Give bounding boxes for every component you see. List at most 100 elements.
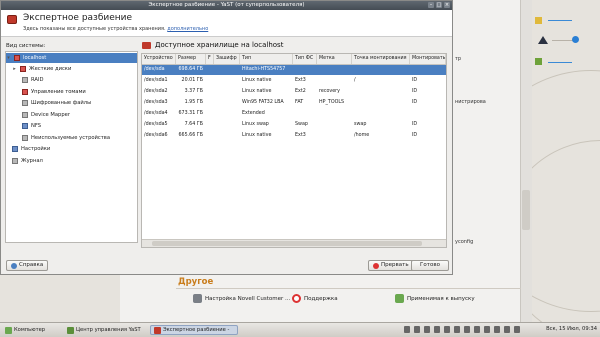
volume-icon[interactable] (484, 326, 490, 333)
cell-mount-point (352, 65, 410, 75)
lock-icon (22, 100, 28, 106)
tree-item-raid[interactable]: RAID (22, 75, 43, 85)
tree-item-settings[interactable]: Настройки (12, 144, 50, 154)
cell-device: /dev/sda2 (144, 89, 168, 94)
col-header-device[interactable]: Устройство (142, 54, 176, 64)
close-icon[interactable]: × (444, 2, 450, 8)
table-row[interactable]: /dev/sda4 673.31 ГБ Extended (142, 109, 446, 119)
bg-peek-text: тр (455, 56, 462, 62)
taskbar-item-label: Центр управления YaST (76, 327, 141, 333)
other-item-label: Применимая к выпуску (407, 295, 475, 302)
updates-icon[interactable] (494, 326, 500, 333)
cell-mount-point (352, 98, 410, 108)
tree-item-hard-disks[interactable]: ▸ Жесткие диски (12, 64, 71, 74)
table-horizontal-scrollbar[interactable] (142, 239, 446, 247)
other-item-novell[interactable]: Настройка Novell Customer ... (193, 294, 290, 303)
other-item-release-notes[interactable]: Применимая к выпуску (395, 294, 475, 303)
maximize-icon[interactable]: □ (436, 2, 442, 8)
cell-size: 1.95 ГБ (184, 100, 203, 105)
bluetooth-icon[interactable] (454, 326, 460, 333)
tree-item-volume-management[interactable]: Управление томами (22, 87, 86, 97)
cell-size: 3.37 ГБ (184, 89, 203, 94)
col-header-type[interactable]: Тип (240, 54, 293, 64)
cell-fs-type (293, 65, 317, 75)
help-button[interactable]: Справка (6, 260, 49, 271)
cancel-button[interactable]: Прервать (368, 260, 414, 271)
taskbar-expert-partitioner[interactable]: Экспертное разбиение - (150, 325, 238, 335)
tray-app-icon[interactable] (424, 326, 430, 333)
tree-item-localhost[interactable]: ▾ localhost (6, 53, 137, 63)
tree-item-device-mapper[interactable]: Device Mapper (22, 110, 70, 120)
cell-size: 673.31 ГБ (178, 111, 203, 116)
harddisk-icon (142, 41, 151, 49)
bg-scroll-thumb[interactable] (522, 190, 530, 230)
cell-mount-point: /home (354, 133, 370, 138)
cell-label (317, 65, 352, 75)
expand-arrow-icon[interactable]: ▸ (12, 64, 17, 74)
taskbar: Компьютер Центр управления YaST Экспертн… (0, 322, 600, 337)
collapse-arrow-icon[interactable]: ▾ (6, 53, 11, 63)
cell-mount-by: ID (412, 89, 418, 94)
other-item-label: Настройка Novell Customer ... (205, 295, 291, 302)
cell-mount-point: swap (354, 122, 367, 127)
window-title: Экспертное разбиение - YaST (от суперпол… (148, 2, 305, 8)
cell-size: 20.01 ГБ (181, 78, 203, 83)
lifebuoy-icon (292, 294, 301, 303)
taskbar-yast-control-center[interactable]: Центр управления YaST (64, 325, 144, 335)
more-link[interactable]: дополнительно (167, 26, 208, 32)
cell-device: /dev/sda6 (144, 133, 168, 138)
other-item-support[interactable]: Поддержка (292, 294, 338, 303)
cell-mount-by: ID (412, 122, 418, 127)
cell-label (317, 109, 352, 119)
cell-type: Linux native (242, 89, 272, 94)
col-header-fs-type[interactable]: Тип ФС (293, 54, 317, 64)
desktop-line (548, 62, 572, 63)
tree-item-nfs[interactable]: NFS (22, 121, 41, 131)
table-row[interactable]: /dev/sda3 1.95 ГБ Win95 FAT32 LBA FAT HP… (142, 98, 446, 108)
tray-app-icon[interactable] (414, 326, 420, 333)
tray-app-icon[interactable] (404, 326, 410, 333)
battery-icon[interactable] (474, 326, 480, 333)
keyboard-icon[interactable] (504, 326, 510, 333)
tray-app-icon[interactable] (434, 326, 440, 333)
tree-item-label: Неиспользуемые устройства (31, 135, 111, 141)
minimize-icon[interactable]: – (428, 2, 434, 8)
network-icon (22, 123, 28, 129)
col-header-label[interactable]: Метка (317, 54, 352, 64)
bg-scrollbar[interactable] (520, 0, 532, 322)
cell-fs-type (293, 109, 317, 119)
cell-label: HP_TOOLS (319, 100, 345, 105)
cell-label (317, 131, 352, 141)
network-icon[interactable] (464, 326, 470, 333)
cell-device: /dev/sda (144, 67, 165, 72)
col-header-f[interactable]: F (206, 54, 214, 64)
cell-type: Linux swap (242, 122, 269, 127)
cell-fs-type: Ext3 (295, 133, 306, 138)
finish-button[interactable]: Готово (411, 260, 449, 271)
col-header-mount-by[interactable]: Монтировать по (410, 54, 446, 64)
cell-device: /dev/sda3 (144, 100, 168, 105)
table-row[interactable]: /dev/sda5 7.64 ГБ Linux swap Swap swap I… (142, 120, 446, 130)
desktop-triangle-icon (538, 36, 548, 44)
tree-item-encrypted-files[interactable]: Шифрованные файлы (22, 98, 91, 108)
table-scroll-thumb[interactable] (152, 241, 422, 246)
tree-item-log[interactable]: Журнал (12, 156, 43, 166)
cell-fs-type: FAT (295, 100, 304, 105)
table-row[interactable]: /dev/sda 698.64 ГБ Hitachi-HTS54757 (142, 65, 446, 75)
harddisk-icon (20, 66, 26, 72)
table-row[interactable]: /dev/sda1 20.01 ГБ Linux native Ext3 / I… (142, 76, 446, 86)
other-section-title: Другое (178, 277, 214, 287)
cell-label (317, 76, 352, 86)
col-header-encrypted[interactable]: Зашифр (214, 54, 240, 64)
clock[interactable]: Вск, 15 Июл, 09:34 (546, 326, 597, 332)
table-row[interactable]: /dev/sda2 3.37 ГБ Linux native Ext2 reco… (142, 87, 446, 97)
taskbar-computer-menu[interactable]: Компьютер (2, 325, 48, 335)
window-titlebar[interactable]: Экспертное разбиение - YaST (от суперпол… (1, 1, 452, 10)
tray-app-icon[interactable] (444, 326, 450, 333)
power-icon[interactable] (514, 326, 520, 333)
table-row[interactable]: /dev/sda6 665.66 ГБ Linux native Ext3 /h… (142, 131, 446, 141)
tree-item-unused-devices[interactable]: Неиспользуемые устройства (22, 133, 110, 143)
cell-type: Extended (242, 111, 265, 116)
col-header-mount-point[interactable]: Точка монтирования (352, 54, 410, 64)
col-header-size[interactable]: Размер (176, 54, 206, 64)
